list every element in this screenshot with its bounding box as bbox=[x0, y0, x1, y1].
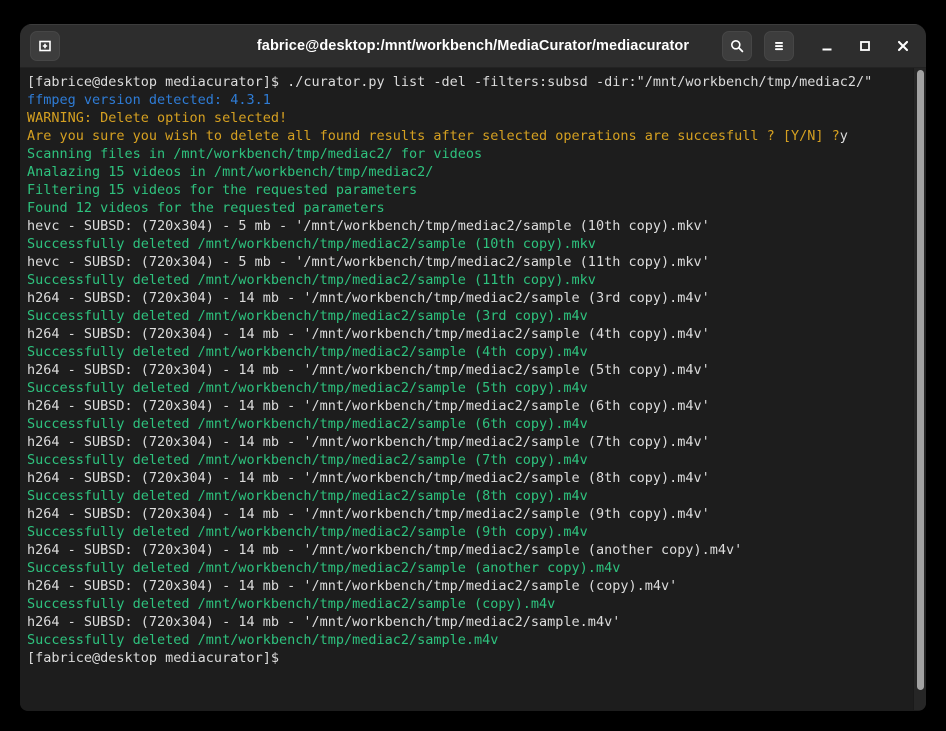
desktop-background: fabrice@desktop:/mnt/workbench/MediaCura… bbox=[0, 0, 946, 731]
terminal-line: Successfully deleted /mnt/workbench/tmp/… bbox=[27, 343, 908, 361]
terminal-line: h264 - SUBSD: (720x304) - 14 mb - '/mnt/… bbox=[27, 325, 908, 343]
terminal-line: h264 - SUBSD: (720x304) - 14 mb - '/mnt/… bbox=[27, 577, 908, 595]
terminal-window: fabrice@desktop:/mnt/workbench/MediaCura… bbox=[20, 24, 926, 711]
menu-button[interactable] bbox=[764, 31, 794, 61]
terminal-line: WARNING: Delete option selected! bbox=[27, 109, 908, 127]
titlebar[interactable]: fabrice@desktop:/mnt/workbench/MediaCura… bbox=[20, 24, 926, 68]
terminal-screen[interactable]: [fabrice@desktop mediacurator]$ ./curato… bbox=[20, 68, 926, 710]
terminal-line: Successfully deleted /mnt/workbench/tmp/… bbox=[27, 235, 908, 253]
terminal-line: Successfully deleted /mnt/workbench/tmp/… bbox=[27, 379, 908, 397]
tab-new-icon bbox=[37, 38, 53, 54]
terminal-line: h264 - SUBSD: (720x304) - 14 mb - '/mnt/… bbox=[27, 289, 908, 307]
terminal-line: Successfully deleted /mnt/workbench/tmp/… bbox=[27, 523, 908, 541]
maximize-icon bbox=[857, 38, 873, 54]
terminal-line: Successfully deleted /mnt/workbench/tmp/… bbox=[27, 271, 908, 289]
terminal-line: Analazing 15 videos in /mnt/workbench/tm… bbox=[27, 163, 908, 181]
terminal-line: Successfully deleted /mnt/workbench/tmp/… bbox=[27, 451, 908, 469]
terminal-line: Are you sure you wish to delete all foun… bbox=[27, 127, 908, 145]
scrollbar[interactable] bbox=[913, 68, 926, 710]
search-button[interactable] bbox=[722, 31, 752, 61]
terminal-line: hevc - SUBSD: (720x304) - 5 mb - '/mnt/w… bbox=[27, 253, 908, 271]
terminal-line: Successfully deleted /mnt/workbench/tmp/… bbox=[27, 415, 908, 433]
search-icon bbox=[729, 38, 745, 54]
terminal-line: Found 12 videos for the requested parame… bbox=[27, 199, 908, 217]
terminal-line: h264 - SUBSD: (720x304) - 14 mb - '/mnt/… bbox=[27, 397, 908, 415]
scrollbar-thumb[interactable] bbox=[917, 70, 924, 690]
new-tab-button[interactable] bbox=[30, 31, 60, 61]
terminal-line: hevc - SUBSD: (720x304) - 5 mb - '/mnt/w… bbox=[27, 217, 908, 235]
terminal-line: [fabrice@desktop mediacurator]$ bbox=[27, 649, 908, 667]
terminal-output: [fabrice@desktop mediacurator]$ ./curato… bbox=[20, 68, 926, 672]
close-icon bbox=[895, 38, 911, 54]
terminal-line: h264 - SUBSD: (720x304) - 14 mb - '/mnt/… bbox=[27, 541, 908, 559]
titlebar-controls bbox=[722, 31, 916, 61]
terminal-line: Successfully deleted /mnt/workbench/tmp/… bbox=[27, 559, 908, 577]
terminal-line: h264 - SUBSD: (720x304) - 14 mb - '/mnt/… bbox=[27, 469, 908, 487]
terminal-line: Successfully deleted /mnt/workbench/tmp/… bbox=[27, 631, 908, 649]
terminal-line: Successfully deleted /mnt/workbench/tmp/… bbox=[27, 307, 908, 325]
terminal-line: Scanning files in /mnt/workbench/tmp/med… bbox=[27, 145, 908, 163]
maximize-button[interactable] bbox=[852, 33, 878, 59]
minimize-button[interactable] bbox=[814, 33, 840, 59]
terminal-line: Successfully deleted /mnt/workbench/tmp/… bbox=[27, 595, 908, 613]
terminal-line: Filtering 15 videos for the requested pa… bbox=[27, 181, 908, 199]
terminal-line: [fabrice@desktop mediacurator]$ ./curato… bbox=[27, 73, 908, 91]
terminal-line: h264 - SUBSD: (720x304) - 14 mb - '/mnt/… bbox=[27, 361, 908, 379]
hamburger-menu-icon bbox=[771, 38, 787, 54]
terminal-line: h264 - SUBSD: (720x304) - 14 mb - '/mnt/… bbox=[27, 433, 908, 451]
minimize-icon bbox=[819, 38, 835, 54]
window-title: fabrice@desktop:/mnt/workbench/MediaCura… bbox=[257, 38, 689, 54]
close-button[interactable] bbox=[890, 33, 916, 59]
terminal-line: h264 - SUBSD: (720x304) - 14 mb - '/mnt/… bbox=[27, 505, 908, 523]
terminal-line: Successfully deleted /mnt/workbench/tmp/… bbox=[27, 487, 908, 505]
terminal-line: h264 - SUBSD: (720x304) - 14 mb - '/mnt/… bbox=[27, 613, 908, 631]
terminal-line: ffmpeg version detected: 4.3.1 bbox=[27, 91, 908, 109]
